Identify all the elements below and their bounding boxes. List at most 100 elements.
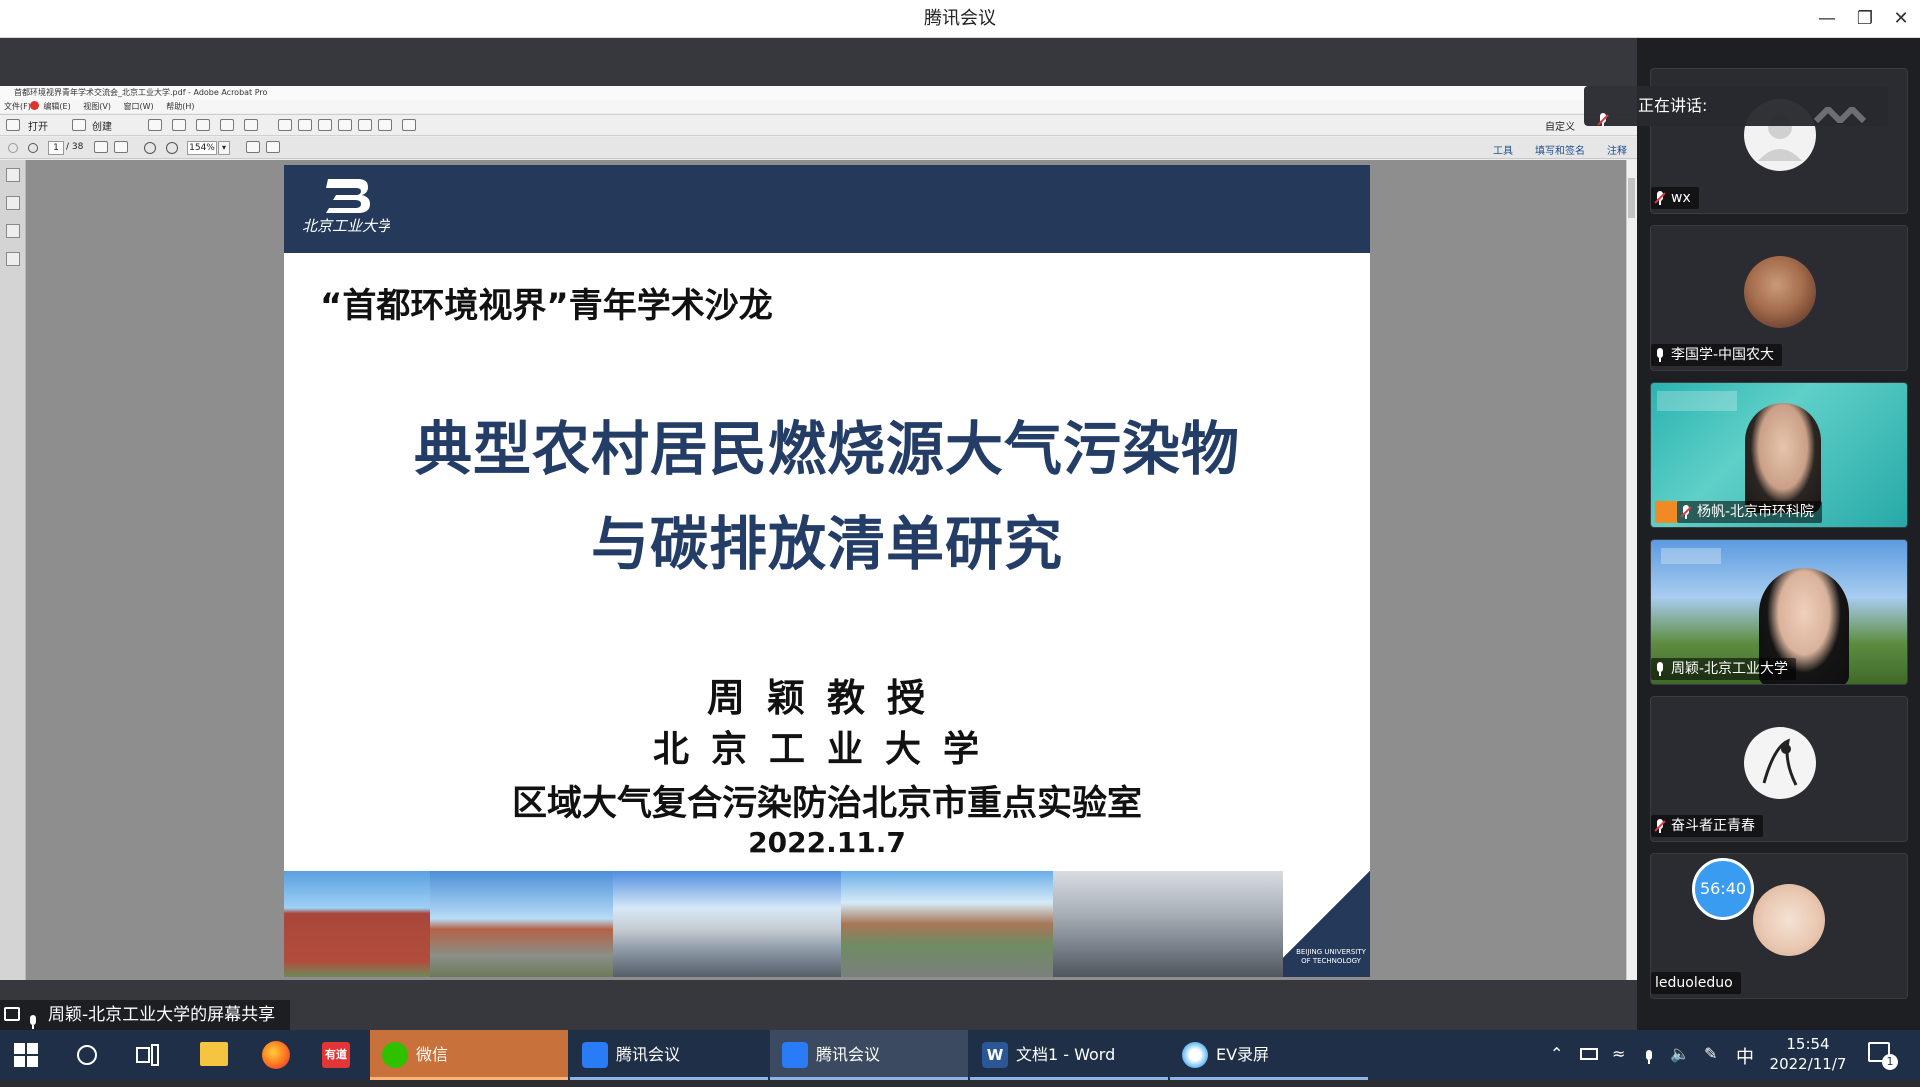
- participant-name-tag: 奋斗者正青春: [1651, 815, 1763, 837]
- person-icon: [1655, 501, 1677, 523]
- word-icon: W: [982, 1042, 1008, 1068]
- slide-main-title-line2: 与碳排放清单研究: [590, 510, 1063, 578]
- tencent-meeting-logo-icon: [1813, 98, 1867, 124]
- search-icon[interactable]: [76, 1030, 102, 1080]
- footer-logo-text: BEIJING UNIVERSITY OF TECHNOLOGY: [1296, 948, 1366, 965]
- menu-edit[interactable]: 编辑(E): [43, 102, 70, 111]
- zoom-dropdown-icon[interactable]: ▾: [218, 141, 230, 155]
- file-explorer-icon[interactable]: [200, 1042, 228, 1066]
- pen-icon[interactable]: ✎: [1704, 1044, 1717, 1063]
- signatures-panel-icon[interactable]: [6, 224, 20, 238]
- participant-tile-4[interactable]: 周颖-北京工业大学: [1650, 539, 1908, 685]
- campus-photo-5: [1053, 871, 1283, 977]
- ev-recorder-icon: [1182, 1042, 1208, 1068]
- email-icon[interactable]: [244, 119, 258, 131]
- participant-video: [1745, 403, 1821, 513]
- settings-icon[interactable]: [278, 119, 292, 131]
- zoom-out-icon[interactable]: [144, 142, 156, 154]
- scrollbar-thumb[interactable]: [1628, 178, 1635, 218]
- battery-icon[interactable]: [1580, 1048, 1598, 1060]
- highlight-icon[interactable]: [318, 119, 332, 131]
- acrobat-titlebar: 首都环境视界青年学术交流会_北京工业大学.pdf - Adobe Acrobat…: [0, 86, 1637, 100]
- export-icon[interactable]: [378, 119, 392, 131]
- open-button[interactable]: 打开: [28, 118, 48, 133]
- pages-panel-icon[interactable]: [6, 168, 20, 182]
- slide-main-title-line1: 典型农村居民燃烧源大气污染物: [413, 415, 1240, 483]
- wifi-icon[interactable]: ≈: [1612, 1044, 1625, 1063]
- participant-tile-6[interactable]: leduoleduo: [1650, 853, 1908, 999]
- clock-date: 2022/11/7: [1769, 1055, 1847, 1073]
- open-folder-icon[interactable]: [6, 119, 20, 131]
- participant-name-tag: wx: [1651, 187, 1699, 209]
- speaking-label: 正在讲话:: [1638, 96, 1708, 115]
- taskbar-app-wechat[interactable]: 微信: [370, 1030, 568, 1080]
- customize-button[interactable]: 自定义: [1545, 118, 1575, 133]
- campus-photo-3: [613, 871, 841, 977]
- slide-header-band: [284, 165, 1370, 253]
- participant-name-tag: 周颖-北京工业大学: [1651, 658, 1797, 680]
- avatar: [1744, 727, 1816, 799]
- microphone-tray-icon[interactable]: [1644, 1046, 1660, 1065]
- create-icon[interactable]: [72, 119, 86, 131]
- participant-tile-5[interactable]: 奋斗者正青春: [1650, 696, 1908, 842]
- menu-help[interactable]: 帮助(H): [166, 102, 194, 111]
- delete-icon[interactable]: [402, 119, 416, 131]
- mic-muted-icon: [1654, 191, 1666, 205]
- zoom-level-input[interactable]: 154%: [187, 141, 217, 155]
- taskbar-app-ev-recorder[interactable]: EV录屏: [1170, 1030, 1368, 1080]
- save-icon[interactable]: [148, 119, 162, 131]
- close-icon[interactable]: ✕: [1878, 0, 1920, 38]
- attach-icon[interactable]: [358, 119, 372, 131]
- mic-muted-icon: [1680, 505, 1692, 519]
- tencent-meeting-icon: [582, 1042, 608, 1068]
- tencent-meeting-icon: [782, 1042, 808, 1068]
- fill-sign-tab[interactable]: 填写和签名: [1535, 142, 1585, 157]
- hand-tool-icon[interactable]: [114, 141, 128, 153]
- participant-name-tag: leduoleduo: [1651, 972, 1741, 994]
- menu-view[interactable]: 视图(V): [83, 102, 111, 111]
- youdao-icon[interactable]: 有道: [322, 1042, 350, 1068]
- menu-window[interactable]: 窗口(W): [124, 102, 154, 111]
- lab-name: 区域大气复合污染防治北京市重点实验室: [511, 784, 1142, 824]
- record-indicator-icon: [30, 101, 39, 110]
- participant-tile-2[interactable]: 李国学-中国农大: [1650, 225, 1908, 371]
- firefox-icon[interactable]: [262, 1041, 290, 1069]
- screen-share-icon: [4, 1007, 20, 1021]
- task-view-icon[interactable]: [136, 1030, 162, 1080]
- taskbar-app-word[interactable]: W 文档1 - Word: [970, 1030, 1168, 1080]
- zoom-in-icon[interactable]: [166, 142, 178, 154]
- next-page-icon[interactable]: [28, 143, 38, 153]
- edit-icon[interactable]: [220, 119, 234, 131]
- attachments-panel-icon[interactable]: [6, 252, 20, 266]
- university-logo: 北京工业大学: [300, 175, 394, 239]
- salon-title: “首都环境视界”青年学术沙龙: [320, 286, 773, 326]
- system-clock[interactable]: 15:54 2022/11/7: [1768, 1034, 1848, 1074]
- video-overlay-logo: [1657, 391, 1737, 411]
- comment-icon[interactable]: [298, 119, 312, 131]
- print-icon[interactable]: [196, 119, 210, 131]
- bookmarks-panel-icon[interactable]: [6, 196, 20, 210]
- menu-file[interactable]: 文件(F): [4, 102, 31, 111]
- upload-icon[interactable]: [172, 119, 186, 131]
- stamp-icon[interactable]: [338, 119, 352, 131]
- page-number-input[interactable]: 1: [48, 141, 64, 155]
- logo-text: 北京工业大学: [302, 217, 390, 235]
- tools-tab[interactable]: 工具: [1493, 142, 1513, 157]
- clock-time: 15:54: [1786, 1035, 1830, 1053]
- taskbar-app-tencent-meeting-1[interactable]: 腾讯会议: [570, 1030, 768, 1080]
- select-tool-icon[interactable]: [94, 141, 108, 153]
- fit-width-icon[interactable]: [246, 141, 260, 153]
- comment-tab[interactable]: 注释: [1607, 142, 1627, 157]
- chevron-up-icon[interactable]: ⌃: [1550, 1044, 1563, 1063]
- share-status-label: 周颖-北京工业大学的屏幕共享: [48, 1005, 276, 1025]
- volume-icon[interactable]: 🔈: [1670, 1044, 1690, 1063]
- document-scrollbar[interactable]: [1626, 160, 1637, 980]
- meeting-timer[interactable]: 56:40: [1692, 858, 1754, 920]
- ime-indicator[interactable]: 中: [1736, 1043, 1754, 1069]
- participant-tile-3[interactable]: 杨帆-北京市环科院: [1650, 382, 1908, 528]
- windows-start-icon[interactable]: [14, 1030, 44, 1080]
- fit-page-icon[interactable]: [266, 141, 280, 153]
- prev-page-icon[interactable]: [8, 143, 18, 153]
- create-button[interactable]: 创建: [92, 118, 112, 133]
- taskbar-app-tencent-meeting-2[interactable]: 腾讯会议: [770, 1030, 968, 1080]
